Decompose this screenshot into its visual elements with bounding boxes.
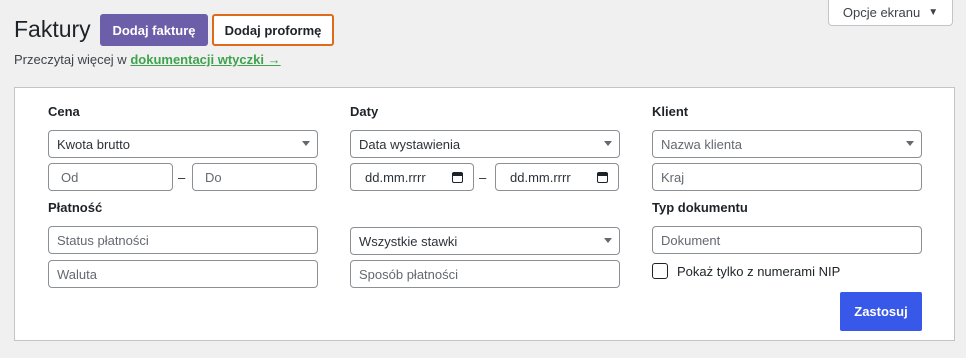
add-proforma-button[interactable]: Dodaj proformę xyxy=(212,14,334,46)
tax-rates-select[interactable]: Wszystkie stawki xyxy=(350,227,620,255)
date-from-value: dd.mm.rrrr xyxy=(365,169,426,185)
plugin-docs-link[interactable]: dokumentacji wtyczki → xyxy=(130,52,280,67)
date-from-input[interactable]: dd.mm.rrrr xyxy=(350,163,474,191)
tax-rates-value: Wszystkie stawki xyxy=(359,233,458,249)
country-input[interactable]: Kraj xyxy=(652,163,922,191)
chevron-down-icon xyxy=(604,141,612,146)
add-invoice-button[interactable]: Dodaj fakturę xyxy=(100,14,208,46)
currency-input[interactable]: Waluta xyxy=(48,260,318,288)
payment-label: Płatność xyxy=(48,200,103,215)
payment-status-input[interactable]: Status płatności xyxy=(48,226,318,254)
payment-method-input[interactable]: Sposób płatności xyxy=(350,260,620,288)
client-name-placeholder: Nazwa klienta xyxy=(661,136,742,152)
chevron-down-icon xyxy=(906,141,914,146)
dates-label: Daty xyxy=(350,104,379,119)
caret-down-icon: ▼ xyxy=(928,7,939,18)
client-label: Klient xyxy=(652,104,689,119)
price-from-input[interactable]: Od xyxy=(48,163,173,191)
price-to-input[interactable]: Do xyxy=(192,163,317,191)
nip-only-checkbox[interactable] xyxy=(652,263,668,279)
price-label: Cena xyxy=(48,104,80,119)
filters-panel: Cena Kwota brutto Od – Do Płatność Statu… xyxy=(14,87,955,341)
price-type-value: Kwota brutto xyxy=(57,136,130,152)
screen-options-label: Opcje ekranu xyxy=(842,5,921,20)
read-more-text: Przeczytaj więcej w dokumentacji wtyczki… xyxy=(14,52,281,67)
apply-button[interactable]: Zastosuj xyxy=(840,292,922,331)
document-input[interactable]: Dokument xyxy=(652,226,922,254)
chevron-down-icon xyxy=(302,141,310,146)
read-more-prefix: Przeczytaj więcej w xyxy=(14,52,127,67)
date-range-dash: – xyxy=(479,170,487,185)
date-type-select[interactable]: Data wystawienia xyxy=(350,130,620,158)
date-to-input[interactable]: dd.mm.rrrr xyxy=(495,163,619,191)
date-to-value: dd.mm.rrrr xyxy=(510,169,571,185)
nip-only-label[interactable]: Pokaż tylko z numerami NIP xyxy=(677,264,840,279)
page-title: Faktury xyxy=(14,16,91,42)
client-name-select[interactable]: Nazwa klienta xyxy=(652,130,922,158)
calendar-icon[interactable] xyxy=(597,172,608,183)
screen-options-button[interactable]: Opcje ekranu ▼ xyxy=(828,0,953,26)
chevron-down-icon xyxy=(604,238,612,243)
calendar-icon[interactable] xyxy=(452,172,463,183)
date-type-value: Data wystawienia xyxy=(359,136,461,152)
price-range-dash: – xyxy=(178,170,186,185)
price-type-select[interactable]: Kwota brutto xyxy=(48,130,318,158)
document-type-label: Typ dokumentu xyxy=(652,200,748,215)
